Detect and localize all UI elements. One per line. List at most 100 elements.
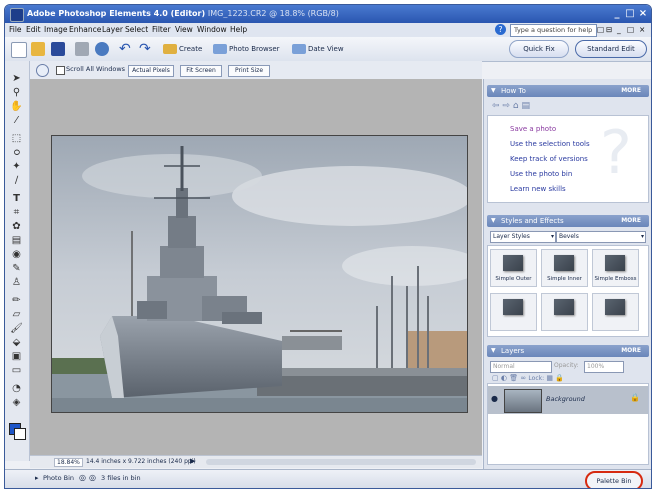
print-icon[interactable]	[75, 42, 89, 56]
menu-layer[interactable]: Layer	[102, 25, 123, 34]
cookie-cutter-tool-icon[interactable]: ✿	[10, 221, 23, 233]
gradient-tool-icon[interactable]: ▣	[10, 351, 23, 363]
zoom-tool-icon[interactable]: ⚲	[10, 87, 23, 99]
online-services-icon[interactable]	[95, 42, 109, 56]
photo-browser-button[interactable]: Photo Browser	[213, 42, 280, 56]
marquee-tool-icon[interactable]: ⬚	[10, 133, 23, 145]
forward-arrow-icon[interactable]: ⇨	[502, 101, 510, 111]
style-tile-4[interactable]	[490, 293, 537, 331]
close-button[interactable]: ×	[637, 8, 649, 20]
new-layer-icon[interactable]: ▢	[492, 374, 499, 382]
minimize-button[interactable]: _	[611, 8, 623, 20]
canvas-area[interactable]	[30, 79, 482, 455]
style-library-select[interactable]: Bevels ▾	[556, 231, 646, 243]
save-icon[interactable]	[51, 42, 65, 56]
style-tile-simple-outer[interactable]: Simple Outer	[490, 249, 537, 287]
date-view-button[interactable]: Date View	[292, 42, 344, 56]
sponge-tool-icon[interactable]: ◈	[10, 397, 23, 409]
clone-stamp-tool-icon[interactable]: ♙	[10, 277, 23, 289]
photo-bin-next-icon[interactable]: ◎	[89, 473, 96, 482]
create-button[interactable]: Create	[163, 42, 202, 56]
shape-tool-icon[interactable]: ▭	[10, 365, 23, 377]
pencil-tool-icon[interactable]: ✏	[10, 295, 23, 307]
menu-view[interactable]: View	[175, 25, 193, 34]
menu-select[interactable]: Select	[125, 25, 148, 34]
blend-mode-select[interactable]: Normal	[490, 361, 552, 373]
how-to-more-button[interactable]: MORE	[621, 85, 641, 97]
photo-bin-label[interactable]: Photo Bin	[43, 474, 74, 482]
menu-image[interactable]: Image	[44, 25, 68, 34]
lasso-tool-icon[interactable]: ഠ	[10, 147, 23, 159]
how-to-header[interactable]: ▼ How To MORE	[487, 85, 649, 97]
print-how-to-icon[interactable]: ▤	[521, 101, 530, 111]
doc-minimize-button[interactable]: _	[617, 25, 621, 34]
style-tile-5[interactable]	[541, 293, 588, 331]
styles-more-button[interactable]: MORE	[621, 215, 641, 227]
style-tile-6[interactable]	[592, 293, 639, 331]
menu-edit[interactable]: Edit	[26, 25, 41, 34]
styles-header[interactable]: ▼ Styles and Effects MORE	[487, 215, 649, 227]
style-category-select[interactable]: Layer Styles ▾	[490, 231, 556, 243]
style-tile-simple-emboss[interactable]: Simple Emboss	[592, 249, 639, 287]
new-file-icon[interactable]	[11, 42, 27, 58]
visibility-eye-icon[interactable]: ●	[491, 394, 498, 403]
eraser-tool-icon[interactable]: ▱	[10, 309, 23, 321]
back-arrow-icon[interactable]: ⇦	[492, 101, 500, 111]
how-to-link-new-skills[interactable]: Learn new skills	[510, 185, 566, 193]
type-tool-icon[interactable]: T	[10, 193, 23, 205]
scroll-all-checkbox[interactable]	[56, 66, 65, 75]
straighten-tool-icon[interactable]: ▤	[10, 235, 23, 247]
link-icon[interactable]: ∞	[520, 374, 526, 382]
redo-icon[interactable]: ↷	[139, 42, 153, 56]
doc-cascade-icon[interactable]: ⊟	[606, 25, 612, 34]
eyedropper-tool-icon[interactable]: ⁄	[10, 115, 23, 127]
style-tile-simple-inner[interactable]: Simple Inner	[541, 249, 588, 287]
battleship-photo[interactable]	[51, 135, 468, 413]
red-eye-tool-icon[interactable]: ◉	[10, 249, 23, 261]
palette-bin-button[interactable]: Palette Bin	[585, 471, 643, 488]
quick-fix-button[interactable]: Quick Fix	[509, 40, 569, 58]
layers-more-button[interactable]: MORE	[621, 345, 641, 357]
print-size-button[interactable]: Print Size	[228, 65, 270, 77]
opacity-input[interactable]: 100%	[584, 361, 624, 373]
photo-bin-collapse-icon[interactable]: ▸	[35, 474, 39, 482]
blur-tool-icon[interactable]: ◔	[10, 383, 23, 395]
standard-edit-button[interactable]: Standard Edit	[575, 40, 647, 58]
doc-close-button[interactable]: ×	[639, 25, 645, 34]
how-to-link-photo-bin[interactable]: Use the photo bin	[510, 170, 572, 178]
move-tool-icon[interactable]: ➤	[10, 73, 23, 85]
doc-tile-icon[interactable]: □	[597, 25, 604, 34]
menu-enhance[interactable]: Enhance	[69, 25, 101, 34]
hand-tool-icon[interactable]: ✋	[10, 101, 23, 113]
menu-filter[interactable]: Filter	[152, 25, 171, 34]
lock-all-icon[interactable]: 🔒	[555, 374, 564, 382]
delete-layer-icon[interactable]: 🗑	[509, 374, 518, 382]
layers-header[interactable]: ▼ Layers MORE	[487, 345, 649, 357]
help-search-input[interactable]: Type a question for help	[510, 24, 597, 37]
doc-restore-button[interactable]: □	[627, 25, 634, 34]
horizontal-scrollbar[interactable]	[206, 459, 476, 465]
home-icon[interactable]: ⌂	[513, 101, 519, 111]
magic-wand-tool-icon[interactable]: ✦	[10, 161, 23, 173]
paint-bucket-tool-icon[interactable]: ⬙	[10, 337, 23, 349]
lock-transparency-icon[interactable]: ▦	[546, 374, 553, 382]
crop-tool-icon[interactable]: ⌗	[10, 207, 23, 219]
maximize-button[interactable]: □	[624, 8, 636, 20]
actual-pixels-button[interactable]: Actual Pixels	[128, 65, 174, 77]
menu-file[interactable]: File	[9, 25, 22, 34]
fit-screen-button[interactable]: Fit Screen	[180, 65, 222, 77]
brush-tool-icon[interactable]: 🖌	[10, 323, 23, 335]
how-to-link-versions[interactable]: Keep track of versions	[510, 155, 588, 163]
status-menu-arrow-icon[interactable]: ▶	[190, 457, 195, 465]
menu-help[interactable]: Help	[230, 25, 247, 34]
zoom-level[interactable]: 18.84%	[54, 458, 83, 467]
how-to-link-save-photo[interactable]: Save a photo	[510, 125, 556, 133]
photo-bin-prev-icon[interactable]: ◎	[79, 473, 86, 482]
selection-brush-tool-icon[interactable]: ∕	[10, 175, 23, 187]
how-to-link-selection-tools[interactable]: Use the selection tools	[510, 140, 590, 148]
undo-icon[interactable]: ↶	[119, 42, 133, 56]
open-folder-icon[interactable]	[31, 42, 45, 56]
background-color-swatch[interactable]	[14, 428, 26, 440]
healing-brush-tool-icon[interactable]: ✎	[10, 263, 23, 275]
menu-window[interactable]: Window	[197, 25, 227, 34]
